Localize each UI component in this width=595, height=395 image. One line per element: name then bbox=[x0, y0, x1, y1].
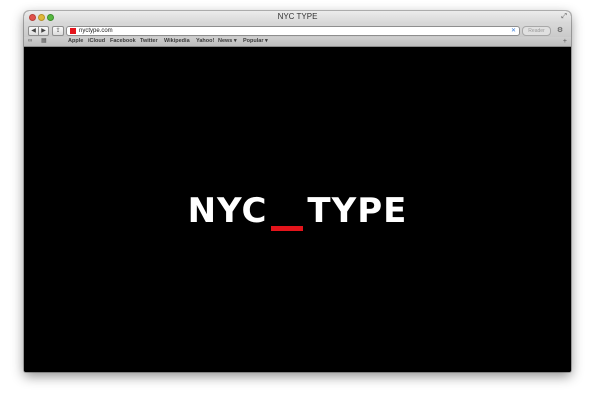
forward-button[interactable]: ▶ bbox=[38, 26, 49, 36]
bookmark-wikipedia[interactable]: Wikipedia bbox=[164, 37, 190, 46]
page-content: NYC TYPE bbox=[24, 47, 571, 372]
bookmarks-bar: ∞ ▦ Apple iCloud Facebook Twitter Wikipe… bbox=[24, 37, 571, 47]
settings-gear-icon[interactable]: ⚙ bbox=[555, 26, 565, 35]
bookmark-twitter[interactable]: Twitter bbox=[140, 37, 158, 46]
url-text[interactable]: nyctype.com bbox=[79, 27, 113, 35]
logo-text-type: TYPE bbox=[307, 191, 408, 231]
logo-text-nyc: NYC bbox=[187, 191, 268, 231]
clear-url-icon[interactable]: ✕ bbox=[511, 27, 516, 35]
bookmark-icloud[interactable]: iCloud bbox=[88, 37, 105, 46]
bookmark-yahoo[interactable]: Yahoo! bbox=[196, 37, 214, 46]
reading-list-icon[interactable]: ∞ bbox=[28, 37, 32, 46]
browser-window: NYC TYPE ⤢ ◀ ▶ ⇪ nyctype.com ✕ Reader ⚙ … bbox=[24, 11, 571, 372]
site-favicon bbox=[70, 28, 76, 34]
logo-underscore-bar bbox=[271, 226, 304, 231]
fullscreen-icon[interactable]: ⤢ bbox=[561, 13, 567, 21]
title-bar: NYC TYPE ⤢ bbox=[24, 11, 571, 24]
nyc-type-logo[interactable]: NYC TYPE bbox=[24, 193, 571, 231]
address-bar[interactable]: nyctype.com ✕ bbox=[66, 26, 520, 36]
bookmark-popular-menu[interactable]: Popular ▾ bbox=[243, 37, 268, 46]
share-button[interactable]: ⇪ bbox=[52, 26, 64, 36]
window-title: NYC TYPE bbox=[277, 12, 318, 21]
bookmark-facebook[interactable]: Facebook bbox=[110, 37, 136, 46]
bookmark-apple[interactable]: Apple bbox=[68, 37, 83, 46]
toolbar: ◀ ▶ ⇪ nyctype.com ✕ Reader ⚙ bbox=[24, 24, 571, 37]
top-sites-icon[interactable]: ▦ bbox=[41, 37, 47, 46]
add-tab-icon[interactable]: + bbox=[563, 37, 567, 46]
bookmark-news-menu[interactable]: News ▾ bbox=[218, 37, 237, 46]
reader-button[interactable]: Reader bbox=[522, 26, 551, 36]
